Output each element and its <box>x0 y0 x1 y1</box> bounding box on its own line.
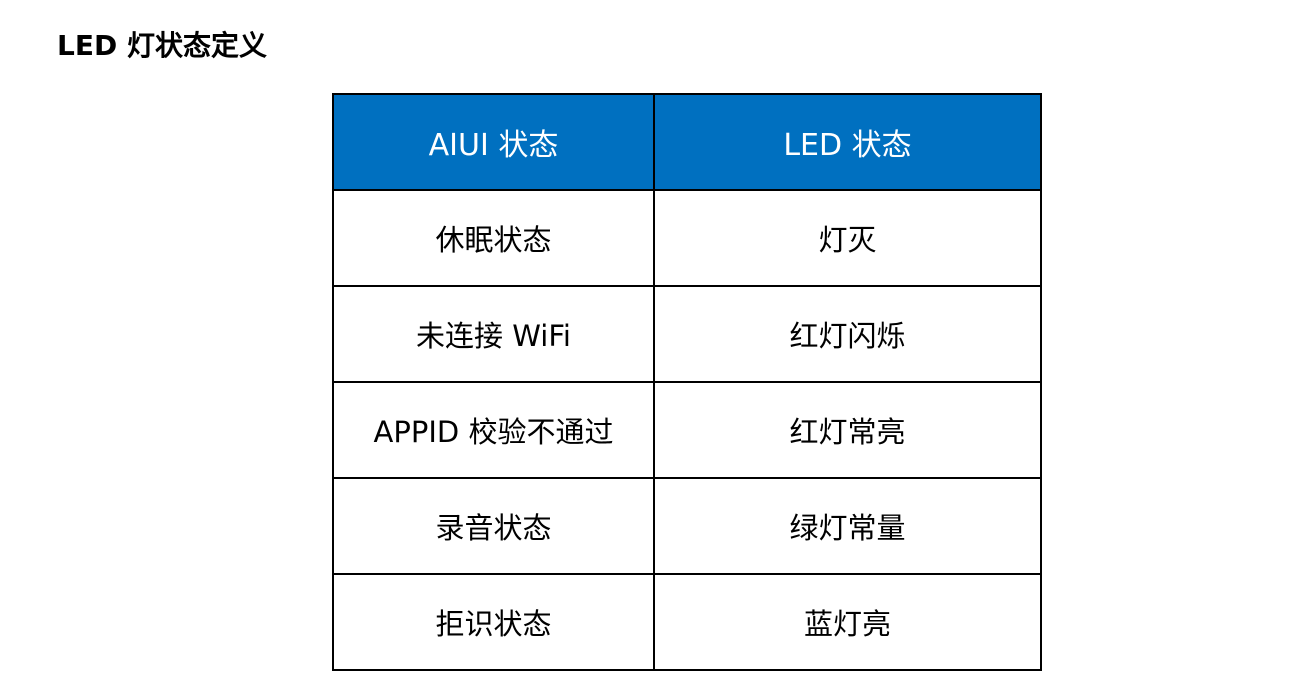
aiui-state-cell: 录音状态 <box>332 477 655 575</box>
led-state-cell: 红灯闪烁 <box>653 285 1042 383</box>
aiui-state-cell: 拒识状态 <box>332 573 655 671</box>
table-row: 未连接 WiFi 红灯闪烁 <box>332 285 1042 383</box>
table-row: 拒识状态 蓝灯亮 <box>332 573 1042 671</box>
aiui-state-cell: APPID 校验不通过 <box>332 381 655 479</box>
header-led-state: LED 状态 <box>653 93 1042 191</box>
led-state-cell: 红灯常亮 <box>653 381 1042 479</box>
page-title: LED 灯状态定义 <box>57 29 267 62</box>
led-state-table: AIUI 状态 LED 状态 休眠状态 灯灭 未连接 WiFi 红灯闪烁 APP… <box>332 93 1042 671</box>
led-state-cell: 蓝灯亮 <box>653 573 1042 671</box>
table-row: 录音状态 绿灯常量 <box>332 477 1042 575</box>
table-row: APPID 校验不通过 红灯常亮 <box>332 381 1042 479</box>
table-header-row: AIUI 状态 LED 状态 <box>332 93 1042 191</box>
header-aiui-state: AIUI 状态 <box>332 93 655 191</box>
table-row: 休眠状态 灯灭 <box>332 189 1042 287</box>
led-state-cell: 绿灯常量 <box>653 477 1042 575</box>
aiui-state-cell: 休眠状态 <box>332 189 655 287</box>
led-state-cell: 灯灭 <box>653 189 1042 287</box>
aiui-state-cell: 未连接 WiFi <box>332 285 655 383</box>
